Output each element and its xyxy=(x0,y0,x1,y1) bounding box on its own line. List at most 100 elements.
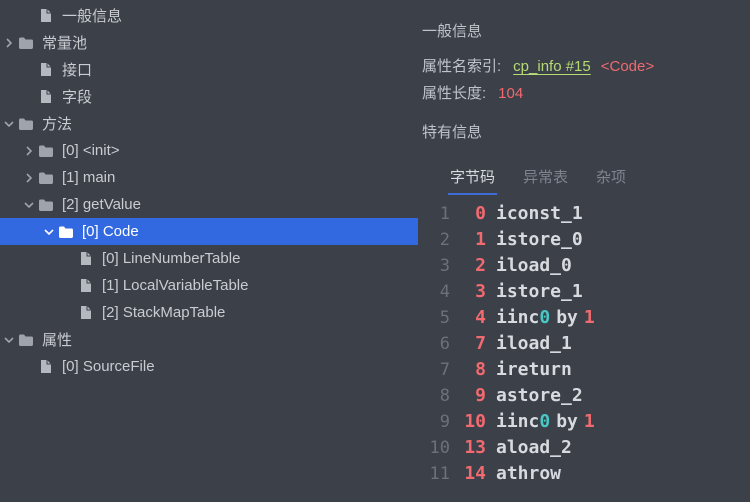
chevron-right-icon[interactable] xyxy=(20,169,38,187)
bytecode-opcode: istore_0 xyxy=(496,227,583,253)
bytecode-row: 32iload_0 xyxy=(418,253,750,279)
tree-row[interactable]: [0] <init> xyxy=(0,137,418,164)
bytecode-offset: 14 xyxy=(460,461,496,487)
tree-label: 字段 xyxy=(62,86,92,107)
tab[interactable]: 杂项 xyxy=(582,160,640,197)
bytecode-offset: 4 xyxy=(460,305,496,331)
bytecode-opcode: aload_2 xyxy=(496,435,572,461)
file-icon xyxy=(38,62,54,78)
bytecode-arg0: 0 xyxy=(539,409,550,435)
bytecode-offset: 13 xyxy=(460,435,496,461)
bytecode-offset: 1 xyxy=(460,227,496,253)
bytecode-offset: 2 xyxy=(460,253,496,279)
line-number: 10 xyxy=(418,435,460,461)
attr-name-link[interactable]: cp_info #15 xyxy=(513,58,591,75)
tree-label: [2] StackMapTable xyxy=(102,304,225,321)
line-number: 2 xyxy=(418,227,460,253)
tree-row[interactable]: [0] SourceFile xyxy=(0,353,418,380)
chevron-down-icon[interactable] xyxy=(0,115,18,133)
bytecode-row: 1114athrow xyxy=(418,461,750,487)
line-number: 11 xyxy=(418,461,460,487)
attr-name-row: 属性名索引: cp_info #15 <Code> xyxy=(422,55,750,76)
bytecode-opcode: iconst_1 xyxy=(496,201,583,227)
folder-icon xyxy=(58,224,74,240)
chevron-right-icon[interactable] xyxy=(0,34,18,52)
file-icon xyxy=(38,8,54,24)
tree-row[interactable]: 字段 xyxy=(0,83,418,110)
tab[interactable]: 字节码 xyxy=(436,160,509,197)
bytecode-arg0: 0 xyxy=(539,305,550,331)
bytecode-offset: 8 xyxy=(460,357,496,383)
tree-label: 属性 xyxy=(42,329,72,350)
tree-label: [1] LocalVariableTable xyxy=(102,277,248,294)
chevron-right-icon[interactable] xyxy=(20,142,38,160)
tree-label: [0] SourceFile xyxy=(62,358,155,375)
tree-row[interactable]: [0] Code xyxy=(0,218,418,245)
tab[interactable]: 异常表 xyxy=(509,160,582,197)
folder-icon xyxy=(38,143,54,159)
bytecode-keyword: by xyxy=(556,305,578,331)
tree-row[interactable]: [1] LocalVariableTable xyxy=(0,272,418,299)
tree-row[interactable]: 接口 xyxy=(0,56,418,83)
line-number: 7 xyxy=(418,357,460,383)
line-number: 4 xyxy=(418,279,460,305)
tree-row[interactable]: 一般信息 xyxy=(0,2,418,29)
tree-row[interactable]: 方法 xyxy=(0,110,418,137)
bytecode-row: 21istore_0 xyxy=(418,227,750,253)
line-number: 1 xyxy=(418,201,460,227)
attr-len-key: 属性长度: xyxy=(422,82,486,103)
section-specific-title: 特有信息 xyxy=(422,121,750,142)
bytecode-opcode: iload_1 xyxy=(496,331,572,357)
bytecode-row: 67iload_1 xyxy=(418,331,750,357)
bytecode-offset: 9 xyxy=(460,383,496,409)
detail-panel: 一般信息 属性名索引: cp_info #15 <Code> 属性长度: 104… xyxy=(418,0,750,502)
tree-row[interactable]: 属性 xyxy=(0,326,418,353)
tabs: 字节码异常表杂项 xyxy=(436,160,750,197)
attr-len-value: 104 xyxy=(498,85,523,102)
tree-label: [2] getValue xyxy=(62,196,141,213)
bytecode-row: 54iinc 0by1 xyxy=(418,305,750,331)
chevron-down-icon[interactable] xyxy=(20,196,38,214)
line-number: 8 xyxy=(418,383,460,409)
tree-label: [0] Code xyxy=(82,223,139,240)
bytecode-offset: 10 xyxy=(460,409,496,435)
folder-icon xyxy=(18,35,34,51)
bytecode-row: 78ireturn xyxy=(418,357,750,383)
line-number: 5 xyxy=(418,305,460,331)
tree-row[interactable]: [1] main xyxy=(0,164,418,191)
tree-row[interactable]: [2] getValue xyxy=(0,191,418,218)
bytecode-opcode: iinc xyxy=(496,305,539,331)
file-icon xyxy=(78,278,94,294)
tree-label: 接口 xyxy=(62,59,92,80)
bytecode-opcode: ireturn xyxy=(496,357,572,383)
chevron-down-icon[interactable] xyxy=(0,331,18,349)
file-icon xyxy=(38,359,54,375)
folder-icon xyxy=(38,170,54,186)
file-icon xyxy=(38,89,54,105)
folder-icon xyxy=(18,332,34,348)
bytecode-row: 43istore_1 xyxy=(418,279,750,305)
bytecode-table: 10iconst_121istore_032iload_043istore_15… xyxy=(418,201,750,487)
chevron-down-icon[interactable] xyxy=(40,223,58,241)
tree-label: [1] main xyxy=(62,169,115,186)
tree-label: [0] <init> xyxy=(62,142,120,159)
line-number: 6 xyxy=(418,331,460,357)
bytecode-row: 10iconst_1 xyxy=(418,201,750,227)
bytecode-row: 1013aload_2 xyxy=(418,435,750,461)
bytecode-opcode: istore_1 xyxy=(496,279,583,305)
section-general-title: 一般信息 xyxy=(422,20,750,41)
bytecode-arg1: 1 xyxy=(584,409,595,435)
line-number: 3 xyxy=(418,253,460,279)
tree-row[interactable]: 常量池 xyxy=(0,29,418,56)
tree-label: 方法 xyxy=(42,113,72,134)
attr-name-tag: <Code> xyxy=(601,58,654,75)
tree-row[interactable]: [2] StackMapTable xyxy=(0,299,418,326)
attr-name-key: 属性名索引: xyxy=(422,55,501,76)
line-number: 9 xyxy=(418,409,460,435)
folder-icon xyxy=(38,197,54,213)
bytecode-opcode: iload_0 xyxy=(496,253,572,279)
file-icon xyxy=(78,251,94,267)
tree-label: [0] LineNumberTable xyxy=(102,250,240,267)
bytecode-row: 89astore_2 xyxy=(418,383,750,409)
tree-row[interactable]: [0] LineNumberTable xyxy=(0,245,418,272)
